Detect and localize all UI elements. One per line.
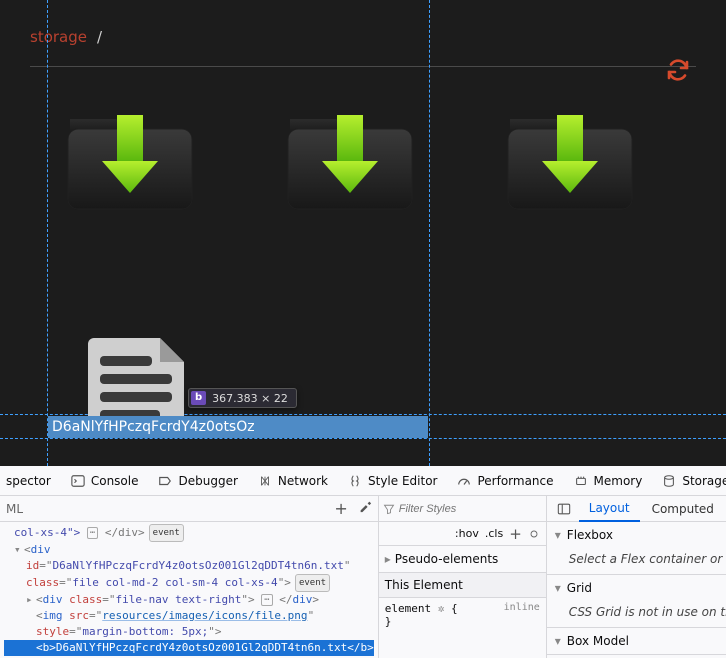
- box-model-section: Box Model: [547, 628, 726, 655]
- add-node-button[interactable]: +: [334, 499, 347, 518]
- breadcrumb-trunc: ML: [6, 502, 23, 516]
- caret-right-icon: [385, 552, 391, 566]
- tab-debugger[interactable]: Debugger: [150, 466, 245, 495]
- sidebar-toggle-icon[interactable]: [551, 502, 577, 516]
- pseudo-elements-section[interactable]: Pseudo-elements: [379, 546, 546, 573]
- dom-tree[interactable]: col-xs-4"> ⋯ </div>event <div id="D6aNlY…: [0, 522, 378, 658]
- tab-storage[interactable]: Storage: [654, 466, 726, 495]
- tab-label: Performance: [477, 474, 553, 488]
- twisty-icon[interactable]: [14, 542, 22, 558]
- selected-file-label[interactable]: D6aNlYfHPczqFcrdY4z0otsOz: [48, 416, 428, 438]
- file-grid: [0, 97, 726, 217]
- folder-item[interactable]: [500, 97, 640, 217]
- markup-toolbar: ML +: [0, 496, 378, 522]
- tab-label: Network: [278, 474, 328, 488]
- toggle-cls[interactable]: .cls: [485, 527, 503, 540]
- this-element-header: This Element: [379, 573, 546, 598]
- caret-down-icon: [555, 581, 561, 595]
- breadcrumb-root[interactable]: storage: [30, 28, 87, 46]
- folder-item[interactable]: [280, 97, 420, 217]
- folder-download-icon: [500, 97, 640, 217]
- css-rule[interactable]: inline element ✲ { }: [379, 598, 546, 632]
- tab-console[interactable]: Console: [63, 466, 147, 495]
- devtools-tabstrip: spector Console Debugger Network Style E…: [0, 466, 726, 496]
- tooltip-dimensions: 367.383 × 22: [212, 392, 288, 405]
- inspector-guide: [47, 0, 48, 466]
- tab-label: Style Editor: [368, 474, 437, 488]
- tab-label: Debugger: [178, 474, 237, 488]
- performance-icon: [457, 474, 471, 488]
- tab-inspector[interactable]: spector: [6, 466, 59, 495]
- console-icon: [71, 474, 85, 488]
- caret-down-icon: [555, 634, 561, 648]
- refresh-button[interactable]: [666, 58, 690, 82]
- layout-panel: Layout Computed Changes Fon Flexbox Sele…: [547, 496, 726, 658]
- subtab-computed[interactable]: Computed: [642, 496, 724, 521]
- folder-item[interactable]: [60, 97, 200, 217]
- caret-down-icon: [555, 528, 561, 542]
- twisty-icon[interactable]: [26, 592, 34, 608]
- tab-label: spector: [6, 474, 51, 488]
- tab-memory[interactable]: Memory: [566, 466, 651, 495]
- tab-network[interactable]: Network: [250, 466, 336, 495]
- folder-download-icon: [60, 97, 200, 217]
- eyedropper-icon[interactable]: [358, 499, 372, 513]
- add-rule-button[interactable]: +: [509, 525, 522, 543]
- divider: [30, 66, 696, 67]
- inspector-guide: [429, 0, 430, 466]
- styles-panel: :hov .cls + Pseudo-elements This Element…: [379, 496, 547, 658]
- inspector-dimension-tooltip: b 367.383 × 22: [188, 388, 297, 408]
- markup-panel: ML + col-xs-4"> ⋯ </div>event <div id="D…: [0, 496, 379, 658]
- selected-dom-node[interactable]: <b>D6aNlYfHPczqFcrdY4z0otsOz001Gl2qDDT4t…: [4, 640, 374, 656]
- debugger-icon: [158, 474, 172, 488]
- filter-icon: [383, 503, 395, 515]
- tab-performance[interactable]: Performance: [449, 466, 561, 495]
- network-icon: [258, 474, 272, 488]
- tab-label: Memory: [594, 474, 643, 488]
- subtab-layout[interactable]: Layout: [579, 496, 640, 522]
- memory-icon: [574, 474, 588, 488]
- light-icon[interactable]: [528, 528, 540, 540]
- flexbox-section: Flexbox Select a Flex container or item …: [547, 522, 726, 575]
- style-editor-icon: [348, 474, 362, 488]
- breadcrumb-sep: /: [97, 28, 102, 46]
- tab-label: Storage: [682, 474, 726, 488]
- tab-label: Console: [91, 474, 139, 488]
- storage-icon: [662, 474, 676, 488]
- tooltip-tagname: b: [191, 391, 206, 405]
- file-manager-pane: storage /: [0, 0, 726, 466]
- inspector-guide: [0, 438, 726, 439]
- breadcrumb: storage /: [30, 28, 102, 46]
- filter-styles-input[interactable]: [399, 503, 542, 515]
- tab-style-editor[interactable]: Style Editor: [340, 466, 445, 495]
- devtools: spector Console Debugger Network Style E…: [0, 466, 726, 658]
- grid-section: Grid CSS Grid is not in use on this page: [547, 575, 726, 628]
- folder-download-icon: [280, 97, 420, 217]
- toggle-hov[interactable]: :hov: [455, 527, 479, 540]
